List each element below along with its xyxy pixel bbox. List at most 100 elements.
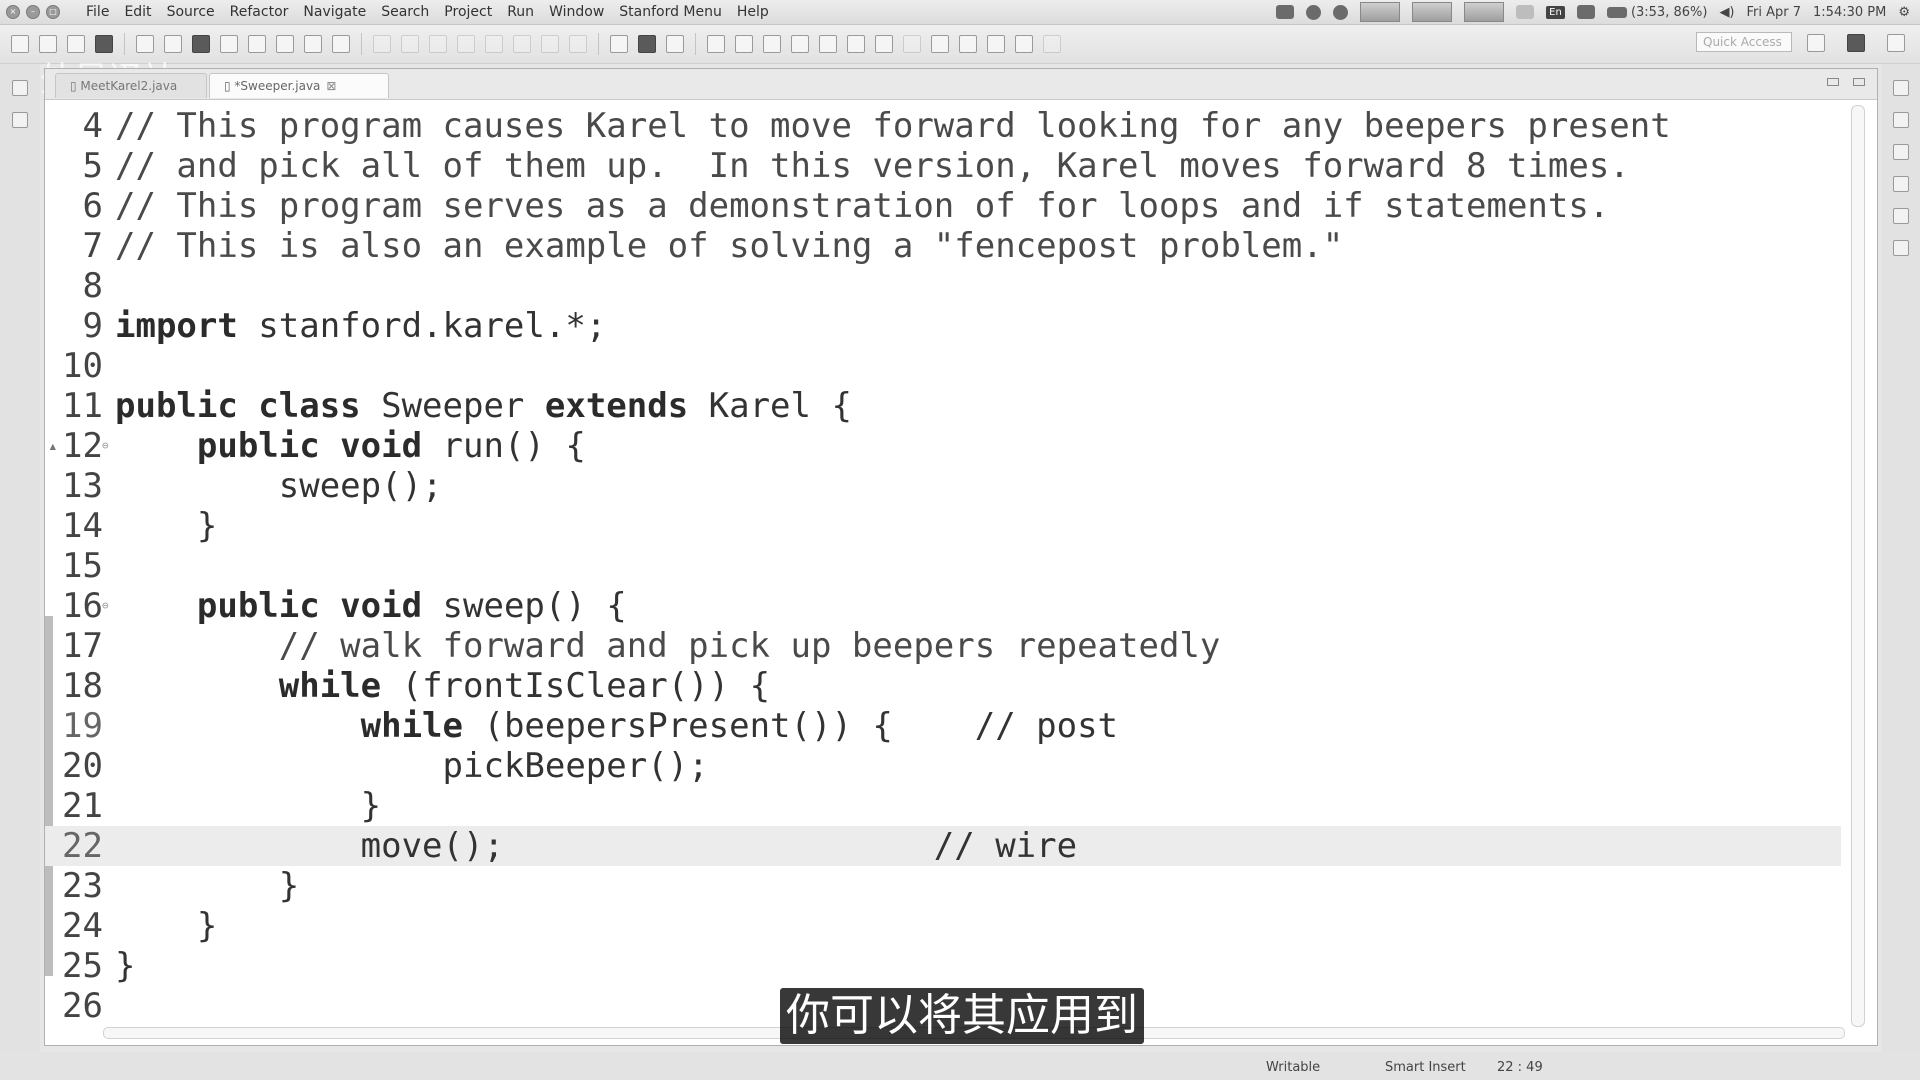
camera-icon[interactable] xyxy=(1276,5,1295,19)
code-line[interactable]: 16 ⊖ public void sweep() { xyxy=(45,586,1841,626)
restore-view-icon[interactable] xyxy=(12,80,28,96)
code-line[interactable]: 19 while (beepersPresent()) { // post xyxy=(45,706,1841,746)
outline-icon[interactable] xyxy=(1893,144,1909,160)
code-line[interactable]: 18 while (frontIsClear()) { xyxy=(45,666,1841,706)
code-line[interactable]: 20 pickBeeper(); xyxy=(45,746,1841,786)
show-whitespace-icon[interactable] xyxy=(931,35,949,53)
memory-monitor-icon[interactable] xyxy=(1412,2,1453,22)
open-task-icon[interactable] xyxy=(791,35,809,53)
code-line[interactable]: ▴ 12 ⊖ public void run() { xyxy=(45,426,1841,466)
do-not-disturb-icon[interactable] xyxy=(1333,4,1349,20)
keyboard-language-indicator[interactable]: En xyxy=(1546,5,1565,19)
fold-toggle-icon[interactable]: ⊖ xyxy=(102,586,109,626)
karel-icon[interactable] xyxy=(248,35,266,53)
terminate-icon[interactable] xyxy=(457,35,475,53)
external-tools-icon[interactable] xyxy=(666,35,684,53)
new-project-icon[interactable] xyxy=(707,35,725,53)
tab-meetkarel2[interactable]: ▯ MeetKarel2.java xyxy=(55,73,207,98)
package-explorer-icon[interactable] xyxy=(12,112,28,128)
quick-access-input[interactable]: Quick Access xyxy=(1696,32,1792,52)
search-icon[interactable] xyxy=(819,35,837,53)
block-selection-icon[interactable] xyxy=(903,35,921,53)
debug-perspective-icon[interactable] xyxy=(1887,34,1905,52)
clock-text[interactable]: 1:54:30 PM xyxy=(1813,5,1886,20)
code-line[interactable]: 22 move(); // wire xyxy=(45,826,1841,866)
volume-icon[interactable]: ◀) xyxy=(1719,5,1734,20)
restore-view-icon[interactable] xyxy=(1893,80,1909,96)
code-line[interactable]: 5 // and pick all of them up. In this ver… xyxy=(45,146,1841,186)
code-line[interactable]: 8 xyxy=(45,266,1841,306)
call-hierarchy-icon[interactable] xyxy=(1893,240,1909,256)
code-line[interactable]: 10 xyxy=(45,346,1841,386)
menu-run[interactable]: Run xyxy=(507,4,534,20)
open-type-icon[interactable] xyxy=(136,35,154,53)
menu-search[interactable]: Search xyxy=(381,4,429,20)
code-line[interactable]: 21 } xyxy=(45,786,1841,826)
gear-icon[interactable]: ⚙ xyxy=(1898,5,1910,20)
menu-edit[interactable]: Edit xyxy=(124,4,151,20)
code-line[interactable]: 23 } xyxy=(45,866,1841,906)
mail-icon[interactable] xyxy=(1576,5,1595,19)
code-line[interactable]: 11 public class Sweeper extends Karel { xyxy=(45,386,1841,426)
new-class-icon[interactable] xyxy=(763,35,781,53)
dropbox-icon[interactable] xyxy=(1306,4,1322,20)
code-line[interactable]: 4 // This program causes Karel to move fo… xyxy=(45,106,1841,146)
code-line[interactable]: 6 // This program serves as a demonstrati… xyxy=(45,186,1841,226)
disconnect-icon[interactable] xyxy=(485,35,503,53)
resume-icon[interactable] xyxy=(401,35,419,53)
step-return-icon[interactable] xyxy=(569,35,587,53)
code-line[interactable]: 7 // This is also an example of solving a… xyxy=(45,226,1841,266)
task-list-icon[interactable] xyxy=(1893,112,1909,128)
new-file-icon[interactable] xyxy=(11,35,29,53)
code-line[interactable]: 9 import stanford.karel.*; xyxy=(45,306,1841,346)
menu-project[interactable]: Project xyxy=(444,4,492,20)
previous-annotation-icon[interactable] xyxy=(987,35,1005,53)
suspend-icon[interactable] xyxy=(429,35,447,53)
forward-icon[interactable] xyxy=(1043,35,1061,53)
print-icon[interactable] xyxy=(95,35,113,53)
vertical-scrollbar[interactable] xyxy=(1851,105,1865,1027)
fold-toggle-icon[interactable]: ⊖ xyxy=(102,426,109,466)
pin-icon[interactable] xyxy=(332,35,350,53)
code-line[interactable]: 24 } xyxy=(45,906,1841,946)
new-package-icon[interactable] xyxy=(735,35,753,53)
debug-icon[interactable] xyxy=(610,35,628,53)
back-icon[interactable] xyxy=(1015,35,1033,53)
hierarchy-icon[interactable] xyxy=(1893,176,1909,192)
minimize-window-icon[interactable]: – xyxy=(26,5,40,19)
code-line[interactable]: 13 sweep(); xyxy=(45,466,1841,506)
skip-breakpoints-icon[interactable] xyxy=(373,35,391,53)
upload-icon[interactable] xyxy=(304,35,322,53)
menu-window[interactable]: Window xyxy=(549,4,604,20)
close-window-icon[interactable]: × xyxy=(6,5,20,19)
step-into-icon[interactable] xyxy=(513,35,531,53)
tab-sweeper[interactable]: ▯ *Sweeper.java ⊠ xyxy=(209,73,389,98)
maximize-window-icon[interactable]: □ xyxy=(46,5,60,19)
terminal-icon[interactable] xyxy=(192,35,210,53)
mark-occurrences-icon[interactable] xyxy=(875,35,893,53)
close-tab-icon[interactable]: ⊠ xyxy=(326,79,336,93)
menu-file[interactable]: File xyxy=(86,4,109,20)
run-icon[interactable] xyxy=(638,35,656,53)
annotation-icon[interactable] xyxy=(847,35,865,53)
menu-stanford[interactable]: Stanford Menu xyxy=(619,4,722,20)
menu-refactor[interactable]: Refactor xyxy=(230,4,289,20)
next-annotation-icon[interactable] xyxy=(959,35,977,53)
date-text[interactable]: Fri Apr 7 xyxy=(1747,5,1802,20)
menu-source[interactable]: Source xyxy=(167,4,215,20)
code-line[interactable]: 15 xyxy=(45,546,1841,586)
minimize-view-icon[interactable] xyxy=(1827,78,1839,86)
insert-mode-status[interactable]: Smart Insert xyxy=(1385,1060,1466,1075)
battery-indicator[interactable]: (3:53, 86%) xyxy=(1606,5,1707,20)
cpu-monitor-icon[interactable] xyxy=(1360,2,1401,22)
open-perspective-icon[interactable] xyxy=(1807,34,1825,52)
code-line[interactable]: 14 } xyxy=(45,506,1841,546)
step-over-icon[interactable] xyxy=(541,35,559,53)
menu-help[interactable]: Help xyxy=(737,4,769,20)
code-text-area[interactable]: 4 // This program causes Karel to move fo… xyxy=(45,102,1877,1026)
bookmark-icon[interactable] xyxy=(220,35,238,53)
save-all-icon[interactable] xyxy=(67,35,85,53)
maximize-view-icon[interactable] xyxy=(1853,78,1865,86)
java-perspective-icon[interactable] xyxy=(1847,34,1865,52)
menu-navigate[interactable]: Navigate xyxy=(303,4,366,20)
